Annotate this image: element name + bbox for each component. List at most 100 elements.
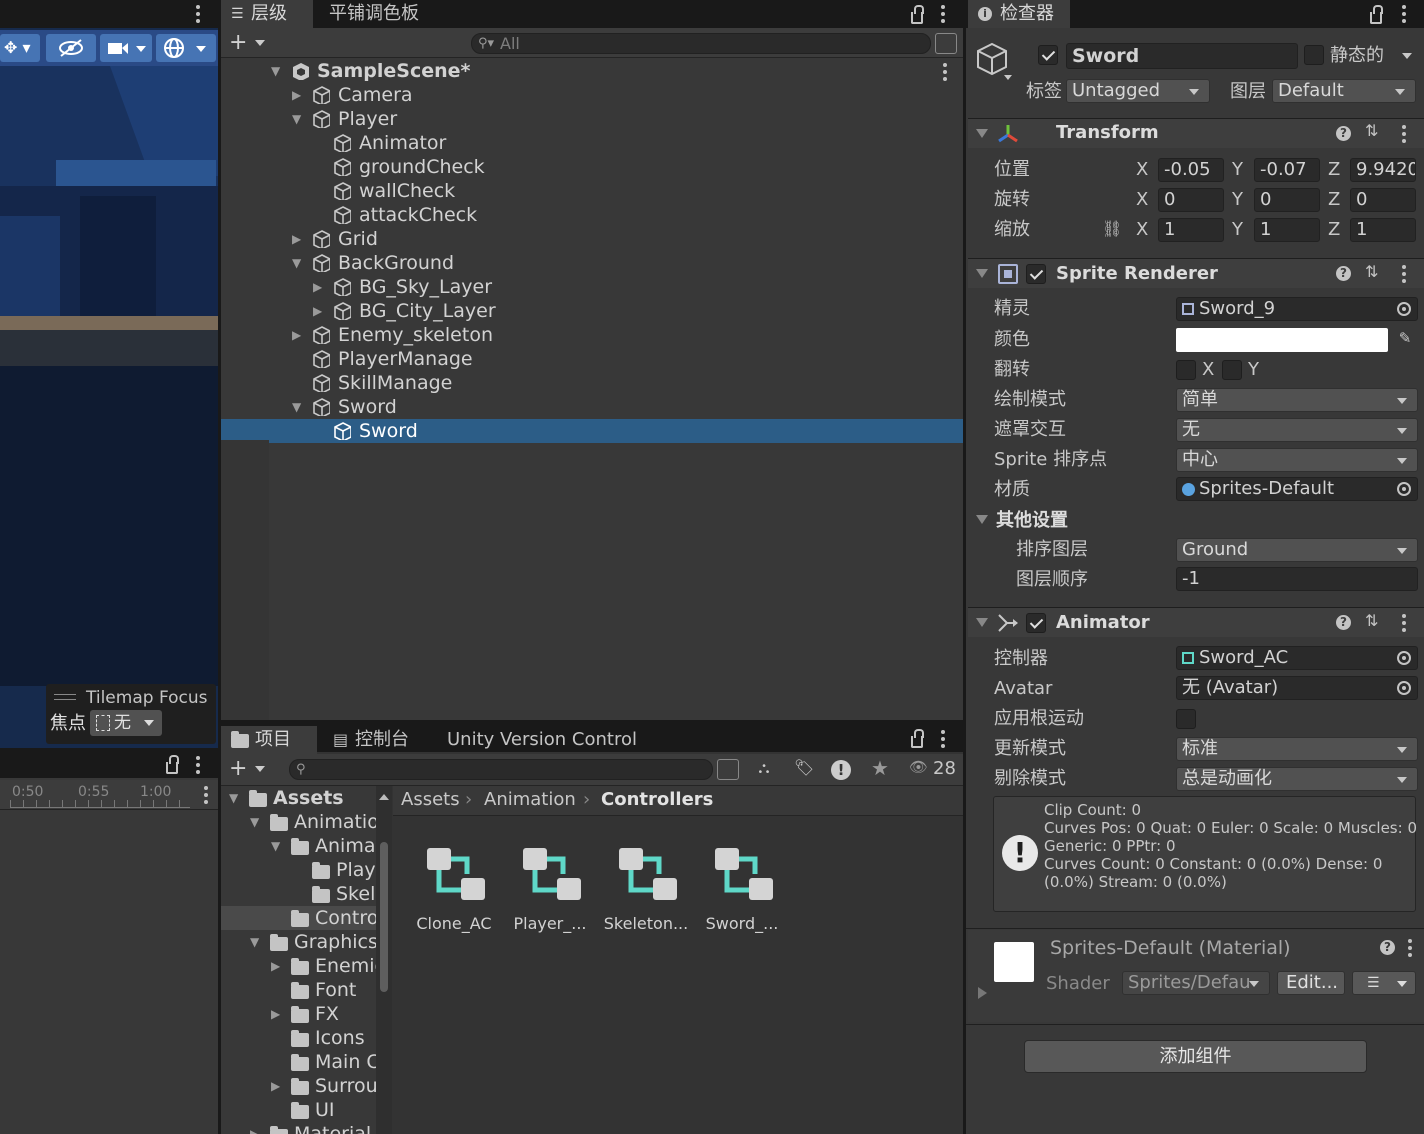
breadcrumb-controllers[interactable]: Controllers <box>601 786 713 814</box>
hierarchy-row[interactable]: groundCheck <box>221 155 963 179</box>
foldout-open-icon[interactable]: ▼ <box>292 395 301 419</box>
hierarchy-row[interactable]: ▶ Grid <box>221 227 963 251</box>
hierarchy-row[interactable]: SkillManage <box>221 371 963 395</box>
project-folder-item[interactable]: Icons <box>221 1026 376 1050</box>
foldout-open-icon[interactable] <box>976 269 988 278</box>
transform-y-field[interactable]: 0 <box>1254 188 1320 212</box>
sort-point-dropdown[interactable]: 中心 <box>1176 448 1418 472</box>
move-tool-button[interactable]: ✥ ▾ <box>0 34 40 62</box>
object-picker-icon[interactable] <box>1397 681 1411 695</box>
axis-x-label[interactable]: X <box>1136 218 1148 242</box>
foldout-open-icon[interactable]: ▼ <box>292 107 301 131</box>
hierarchy-row[interactable]: ▼ Sword <box>221 395 963 419</box>
object-picker-icon[interactable] <box>1397 651 1411 665</box>
project-folder-item[interactable]: Contro <box>221 906 376 930</box>
tab-tile-palette[interactable]: 平铺调色板 <box>319 0 429 28</box>
search-by-type-icon[interactable] <box>935 33 957 54</box>
gizmo-dropdown-button[interactable] <box>156 34 216 62</box>
tag-dropdown[interactable]: Untagged <box>1066 79 1210 103</box>
axis-z-label[interactable]: Z <box>1328 158 1340 182</box>
help-icon[interactable]: ? <box>1336 266 1351 281</box>
hierarchy-row[interactable]: wallCheck <box>221 179 963 203</box>
foldout-closed-icon[interactable]: ▶ <box>292 323 301 347</box>
controller-field[interactable]: Sword_AC <box>1176 646 1418 670</box>
filter-by-type-icon[interactable]: ⛬ <box>751 758 777 782</box>
transform-z-field[interactable]: 9.9420 <box>1350 158 1416 182</box>
foldout-open-icon[interactable]: ▼ <box>271 834 280 858</box>
scene-menu-icon[interactable] <box>196 5 200 23</box>
project-folder-item[interactable]: Main C <box>221 1050 376 1074</box>
transform-x-field[interactable]: 0 <box>1158 188 1224 212</box>
foldout-open-icon[interactable]: ▼ <box>229 786 238 810</box>
scrollbar-thumb[interactable] <box>380 842 388 992</box>
foldout-open-icon[interactable] <box>976 618 988 627</box>
project-folder-item[interactable]: ▶ Enemie <box>221 954 376 978</box>
foldout-closed-icon[interactable]: ▶ <box>292 227 301 251</box>
transform-x-field[interactable]: -0.05 <box>1158 158 1224 182</box>
tab-console[interactable]: ▤ 控制台 <box>321 726 419 754</box>
foldout-closed-icon[interactable]: ▶ <box>292 83 301 107</box>
hierarchy-row[interactable]: PlayerManage <box>221 347 963 371</box>
hierarchy-add-button[interactable]: + <box>229 30 269 56</box>
axis-x-label[interactable]: X <box>1136 158 1148 182</box>
foldout-open-icon[interactable]: ▼ <box>250 930 259 954</box>
project-folder-item[interactable]: ▼ Graphics <box>221 930 376 954</box>
project-folder-item[interactable]: UI <box>221 1098 376 1122</box>
project-add-button[interactable]: + <box>229 756 269 782</box>
axis-y-label[interactable]: Y <box>1232 188 1243 212</box>
transform-z-field[interactable]: 1 <box>1350 218 1416 242</box>
breadcrumb-assets[interactable]: Assets <box>401 786 460 814</box>
project-folder-item[interactable]: ▶ Surrou <box>221 1074 376 1098</box>
foldout-closed-icon[interactable]: ▶ <box>313 275 322 299</box>
material-menu-icon[interactable] <box>1408 939 1412 957</box>
order-in-layer-field[interactable]: -1 <box>1176 567 1418 591</box>
transform-x-field[interactable]: 1 <box>1158 218 1224 242</box>
visibility-toggle-button[interactable] <box>46 34 96 62</box>
tab-inspector[interactable]: i 检查器 <box>968 0 1070 28</box>
static-checkbox[interactable] <box>1304 45 1324 65</box>
project-folder-item[interactable]: ▼ Animat <box>221 834 376 858</box>
asset-item[interactable]: Sword_... <box>697 836 787 946</box>
object-name-field[interactable]: Sword <box>1066 43 1298 69</box>
sorting-layer-dropdown[interactable]: Ground <box>1176 538 1418 562</box>
flip-y-checkbox[interactable] <box>1222 360 1242 380</box>
root-motion-checkbox[interactable] <box>1176 709 1196 729</box>
hierarchy-row[interactable]: ▶ Camera <box>221 83 963 107</box>
mask-interaction-dropdown[interactable]: 无 <box>1176 418 1418 442</box>
hierarchy-search-input[interactable]: ⚲▾ All <box>471 33 931 54</box>
layer-dropdown[interactable]: Default <box>1272 79 1416 103</box>
asset-item[interactable]: Clone_AC <box>409 836 499 946</box>
hidden-packages-eye-icon[interactable]: 👁 <box>909 758 933 782</box>
timeline-ruler-menu-icon[interactable] <box>204 786 208 804</box>
static-dropdown-chevron-icon[interactable] <box>1402 53 1412 59</box>
shader-options-button[interactable]: ☰ <box>1352 971 1416 995</box>
avatar-field[interactable]: 无 (Avatar) <box>1176 676 1418 700</box>
shader-dropdown[interactable]: Sprites/Defau <box>1122 971 1270 995</box>
timeline-menu-icon[interactable] <box>196 756 200 774</box>
foldout-closed-icon[interactable]: ▶ <box>313 299 322 323</box>
component-menu-icon[interactable] <box>1402 125 1406 143</box>
project-tree-scrollbar[interactable] <box>376 786 392 1134</box>
component-menu-icon[interactable] <box>1402 265 1406 283</box>
camera-dropdown-button[interactable] <box>100 34 152 62</box>
color-swatch[interactable] <box>1176 328 1388 352</box>
project-folder-item[interactable]: ▶ FX <box>221 1002 376 1026</box>
project-folder-item[interactable]: Play <box>221 858 376 882</box>
foldout-closed-icon[interactable]: ▶ <box>271 954 280 978</box>
project-lock-icon[interactable] <box>911 729 924 748</box>
sprite-renderer-enabled-checkbox[interactable] <box>1026 264 1046 284</box>
transform-y-field[interactable]: 1 <box>1254 218 1320 242</box>
help-icon[interactable]: ? <box>1336 126 1351 141</box>
project-folder-item[interactable]: ▼ Assets <box>221 786 376 810</box>
animator-enabled-checkbox[interactable] <box>1026 613 1046 633</box>
scroll-up-icon[interactable] <box>379 794 389 800</box>
foldout-closed-icon[interactable]: ▶ <box>271 1074 280 1098</box>
preset-icon[interactable]: ⇅ <box>1365 611 1378 630</box>
hierarchy-row[interactable]: attackCheck <box>221 203 963 227</box>
scene-menu-icon[interactable] <box>943 63 947 81</box>
transform-y-field[interactable]: -0.07 <box>1254 158 1320 182</box>
axis-x-label[interactable]: X <box>1136 188 1148 212</box>
project-folder-item[interactable]: Font <box>221 978 376 1002</box>
tab-version-control[interactable]: Unity Version Control <box>437 726 647 754</box>
hierarchy-row[interactable]: ▶ BG_Sky_Layer <box>221 275 963 299</box>
